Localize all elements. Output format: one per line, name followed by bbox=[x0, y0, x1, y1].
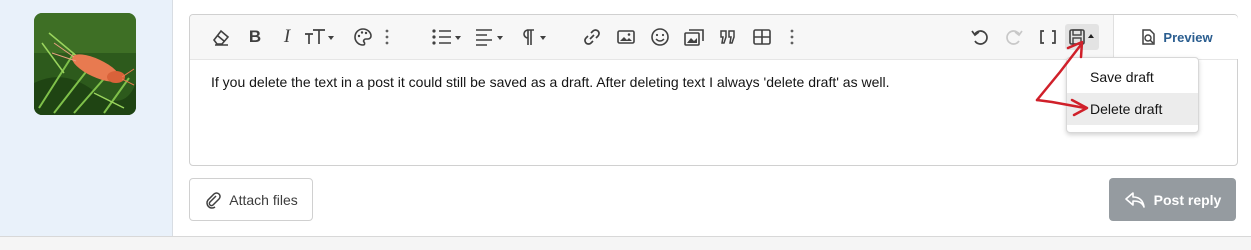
list-icon[interactable] bbox=[430, 24, 466, 50]
palette-icon[interactable] bbox=[350, 24, 376, 50]
post-reply-button[interactable]: Post reply bbox=[1109, 178, 1236, 221]
preview-icon bbox=[1142, 29, 1156, 45]
attach-files-button[interactable]: Attach files bbox=[189, 178, 313, 221]
paragraph-icon[interactable] bbox=[517, 24, 553, 50]
more-icon[interactable] bbox=[785, 24, 799, 50]
link-icon[interactable] bbox=[579, 24, 605, 50]
editor-toolbar: B I Preview bbox=[190, 15, 1238, 60]
bbcode-icon[interactable] bbox=[1035, 24, 1061, 50]
smiley-icon[interactable] bbox=[647, 24, 673, 50]
eraser-icon[interactable] bbox=[208, 24, 234, 50]
media-icon[interactable] bbox=[681, 24, 707, 50]
attach-files-label: Attach files bbox=[229, 191, 298, 208]
more-icon[interactable] bbox=[380, 24, 394, 50]
font-size-icon[interactable] bbox=[302, 24, 338, 50]
reply-icon bbox=[1124, 191, 1145, 208]
undo-icon[interactable] bbox=[967, 24, 993, 50]
preview-label: Preview bbox=[1163, 29, 1213, 45]
paperclip-icon bbox=[206, 191, 222, 209]
drafts-icon[interactable] bbox=[1065, 24, 1099, 50]
quote-icon[interactable] bbox=[715, 24, 741, 50]
message-user-pane bbox=[0, 0, 173, 236]
post-reply-label: Post reply bbox=[1153, 191, 1222, 208]
redo-icon bbox=[1001, 24, 1027, 50]
drafts-menu: Save draft Delete draft bbox=[1066, 57, 1199, 133]
table-icon[interactable] bbox=[749, 24, 775, 50]
avatar[interactable] bbox=[34, 13, 136, 115]
bold-icon[interactable]: B bbox=[242, 24, 268, 50]
save-draft-item[interactable]: Save draft bbox=[1067, 61, 1198, 93]
image-icon[interactable] bbox=[613, 24, 639, 50]
editor-content[interactable]: If you delete the text in a post it coul… bbox=[211, 71, 1031, 93]
preview-button[interactable]: Preview bbox=[1113, 15, 1238, 59]
align-icon[interactable] bbox=[473, 24, 509, 50]
italic-icon[interactable]: I bbox=[274, 24, 300, 50]
delete-draft-item[interactable]: Delete draft bbox=[1067, 93, 1198, 125]
